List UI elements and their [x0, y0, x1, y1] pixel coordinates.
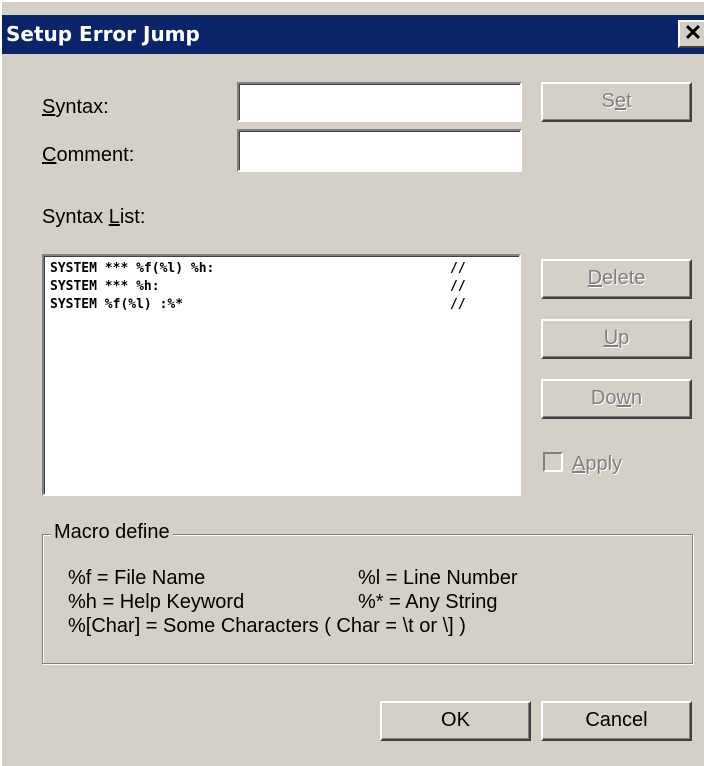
close-button[interactable]: ✕	[678, 20, 704, 48]
set-button[interactable]: Set	[541, 82, 692, 122]
comment-field-box	[237, 129, 522, 172]
comment-label: Comment:	[42, 144, 135, 166]
ok-button[interactable]: OK	[380, 701, 531, 741]
syntax-list-label: Syntax List:	[42, 206, 146, 228]
syntax-input[interactable]	[239, 84, 520, 120]
macro-help-keyword: %h = Help Keyword	[68, 591, 245, 613]
comment-input[interactable]	[239, 131, 520, 170]
list-item[interactable]: SYSTEM *** %h://	[50, 279, 513, 297]
apply-checkbox[interactable]	[543, 452, 563, 472]
cancel-button[interactable]: Cancel	[541, 701, 692, 741]
title-bar: Setup Error Jump ✕	[2, 15, 704, 54]
syntax-listbox[interactable]: SYSTEM *** %f(%l) %h:// SYSTEM *** %h://…	[42, 254, 521, 496]
macro-file-name: %f = File Name	[68, 567, 206, 589]
apply-label[interactable]: Apply	[572, 453, 622, 476]
macro-chars: %[Char] = Some Characters ( Char = \t or…	[68, 615, 466, 637]
delete-button[interactable]: Delete	[541, 259, 692, 299]
macro-define-title: Macro define	[51, 521, 173, 544]
window-title: Setup Error Jump	[6, 22, 200, 46]
macro-define-group: Macro define %f = File Name %l = Line Nu…	[42, 521, 693, 664]
list-item[interactable]: SYSTEM *** %f(%l) %h://	[50, 261, 513, 279]
macro-line-number: %l = Line Number	[358, 567, 518, 589]
list-item[interactable]: SYSTEM %f(%l) :%*//	[50, 297, 513, 315]
close-icon: ✕	[683, 20, 703, 45]
down-button[interactable]: Down	[541, 379, 692, 419]
setup-error-jump-dialog: Setup Error Jump ✕ Syntax: Set Comment: …	[0, 0, 704, 766]
up-button[interactable]: Up	[541, 319, 692, 359]
syntax-field-box	[237, 82, 522, 122]
syntax-label: Syntax:	[42, 96, 109, 118]
macro-any-string: %* = Any String	[358, 591, 498, 613]
